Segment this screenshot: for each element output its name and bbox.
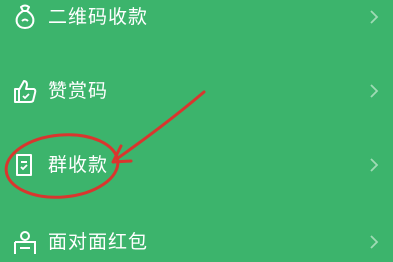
menu-item-face-to-face-red-packet[interactable]: 面对面红包 (0, 222, 393, 262)
group-receipt-icon (12, 152, 38, 178)
chevron-right-icon (369, 83, 379, 99)
menu-item-reward-code[interactable]: 赞赏码 (0, 71, 393, 111)
menu-item-qr-receive[interactable]: 二维码收款 (0, 0, 393, 37)
chevron-right-icon (369, 9, 379, 25)
chevron-right-icon (369, 157, 379, 173)
menu-item-label: 面对面红包 (48, 231, 149, 253)
menu-item-label: 二维码收款 (48, 6, 149, 28)
chevron-right-icon (369, 234, 379, 250)
menu-item-label: 赞赏码 (48, 80, 109, 102)
menu-item-group-receive[interactable]: 群收款 (0, 145, 393, 185)
red-packet-icon (12, 229, 38, 255)
payment-menu: 二维码收款 赞赏码 群收款 面对面红包 (0, 0, 393, 254)
money-bag-icon (12, 3, 38, 29)
menu-item-label: 群收款 (48, 154, 109, 176)
thumbs-up-icon (12, 78, 38, 104)
